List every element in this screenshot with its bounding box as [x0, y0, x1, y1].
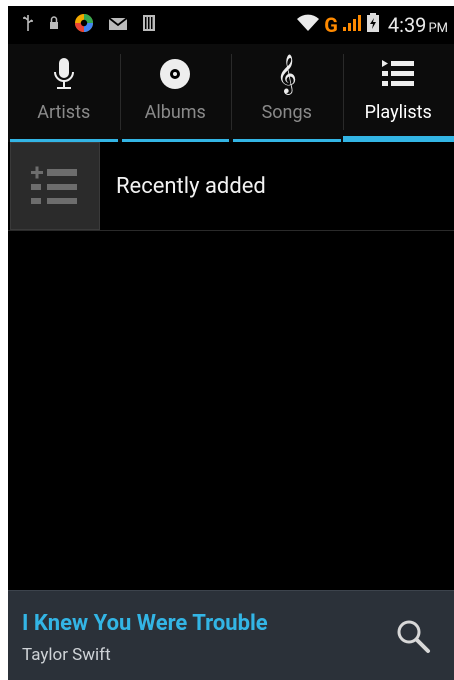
- playlist-icon: [381, 56, 415, 92]
- list-item[interactable]: Recently added: [8, 142, 454, 231]
- network-type-icon: G: [324, 13, 338, 37]
- tab-artists-label: Artists: [37, 102, 91, 123]
- usb-icon: [22, 14, 34, 36]
- app-icon: [74, 13, 94, 37]
- playlist-name: Recently added: [116, 173, 266, 199]
- disc-icon: [158, 56, 192, 92]
- wifi-icon: [296, 14, 320, 36]
- phone-screen: G 4:39 PM Artists Albums 𝄞 Songs Playlis…: [8, 6, 454, 680]
- playlist-list: Recently added: [8, 142, 454, 590]
- add-playlist-icon: [10, 142, 100, 230]
- sd-card-icon: [142, 14, 156, 36]
- now-playing-artist: Taylor Swift: [22, 645, 111, 665]
- tab-songs-label: Songs: [261, 102, 312, 123]
- tab-albums[interactable]: Albums: [119, 44, 232, 142]
- search-icon[interactable]: [394, 617, 434, 657]
- now-playing-title: I Knew You Were Trouble: [22, 611, 268, 636]
- signal-icon: [342, 14, 362, 36]
- tab-artists[interactable]: Artists: [8, 44, 120, 142]
- library-tabs: Artists Albums 𝄞 Songs Playlists: [8, 44, 454, 142]
- tab-songs[interactable]: 𝄞 Songs: [231, 44, 343, 142]
- battery-icon: [366, 13, 380, 37]
- music-note-icon: 𝄞: [276, 54, 297, 94]
- mail-icon: [108, 16, 128, 35]
- microphone-icon: [53, 56, 75, 92]
- now-playing-bar[interactable]: I Knew You Were Trouble Taylor Swift: [8, 590, 454, 680]
- tab-playlists[interactable]: Playlists: [342, 44, 454, 142]
- lock-icon: [48, 15, 60, 35]
- tab-playlists-label: Playlists: [364, 102, 432, 123]
- clock: 4:39 PM: [387, 13, 448, 37]
- status-bar: G 4:39 PM: [8, 6, 454, 44]
- tab-albums-label: Albums: [144, 102, 206, 123]
